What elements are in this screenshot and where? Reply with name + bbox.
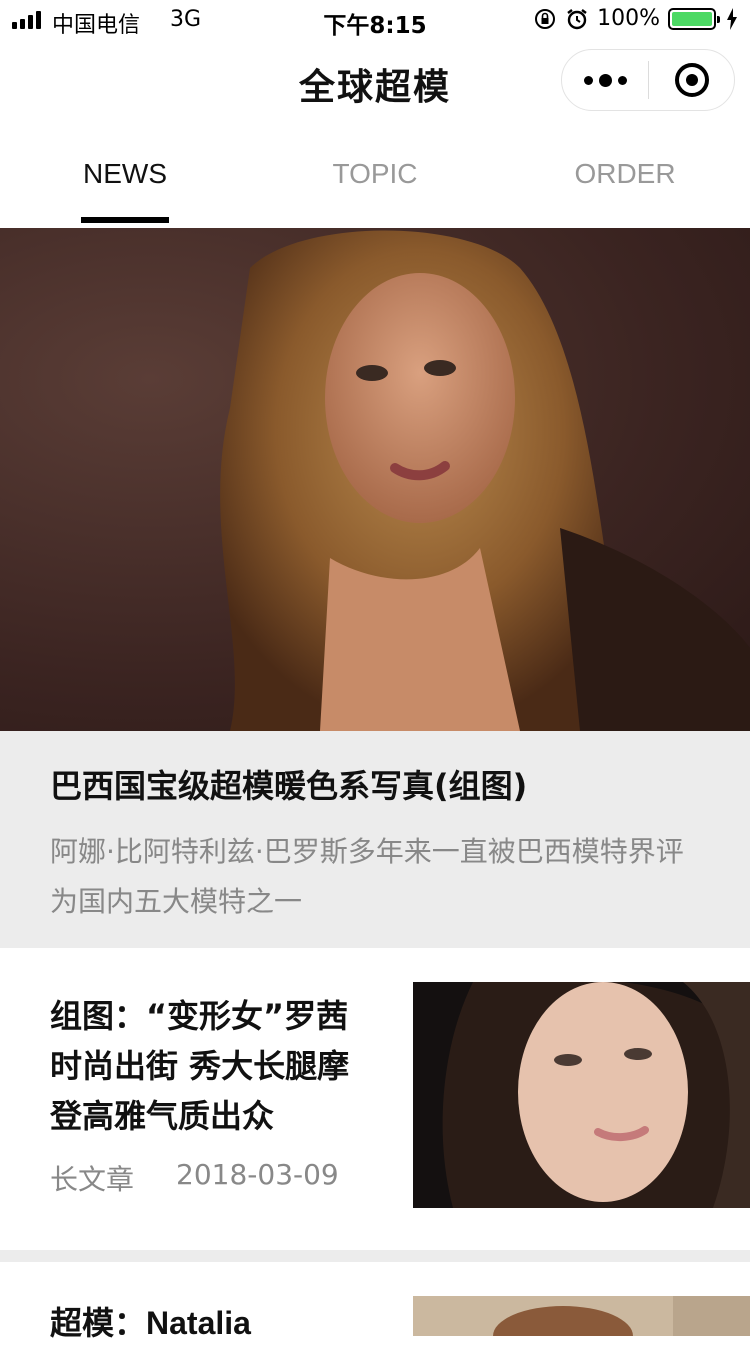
battery-icon — [668, 7, 720, 30]
battery-level-fill — [672, 11, 712, 26]
tab-bar: NEWS TOPIC ORDER — [0, 124, 750, 228]
list-separator — [0, 1250, 750, 1262]
active-tab-indicator — [81, 217, 169, 223]
article-category: 长文章 — [50, 1163, 135, 1196]
article-meta: 长文章 2018-03-09 — [50, 1158, 339, 1198]
list-item[interactable]: 组图：“变形女”罗茜时尚出街 秀大长腿摩登高雅气质出众 长文章 2018-03-… — [0, 948, 750, 1250]
status-bar: 中国电信 3G 下午8:15 100% — [0, 0, 750, 40]
tab-order[interactable]: ORDER — [500, 124, 750, 228]
nav-bar: 全球超模 — [0, 40, 750, 124]
battery-percent: 100% — [597, 6, 660, 31]
featured-card[interactable]: 巴西国宝级超模暖色系写真(组图) 阿娜·比阿特利兹·巴罗斯多年来一直被巴西模特界… — [0, 731, 750, 948]
featured-title[interactable]: 巴西国宝级超模暖色系写真(组图) — [50, 761, 527, 807]
alarm-icon — [567, 8, 587, 29]
mini-program-capsule — [561, 49, 735, 111]
featured-image[interactable] — [0, 228, 750, 731]
article-thumbnail[interactable] — [413, 1296, 750, 1336]
more-dots-icon[interactable] — [562, 50, 648, 110]
charging-icon — [727, 7, 737, 30]
close-target-icon[interactable] — [649, 50, 734, 110]
orientation-lock-icon — [535, 8, 556, 29]
list-item[interactable]: 超模：Natalia — [0, 1262, 750, 1352]
article-title[interactable]: 超模：Natalia — [50, 1298, 370, 1348]
featured-description: 阿娜·比阿特利兹·巴罗斯多年来一直被巴西模特界评为国内五大模特之一 — [50, 835, 684, 918]
tab-news[interactable]: NEWS — [0, 124, 250, 228]
tab-topic[interactable]: TOPIC — [250, 124, 500, 228]
article-title[interactable]: 组图：“变形女”罗茜时尚出街 秀大长腿摩登高雅气质出众 — [50, 991, 370, 1141]
article-thumbnail[interactable] — [413, 982, 750, 1208]
article-date: 2018-03-09 — [176, 1158, 339, 1191]
